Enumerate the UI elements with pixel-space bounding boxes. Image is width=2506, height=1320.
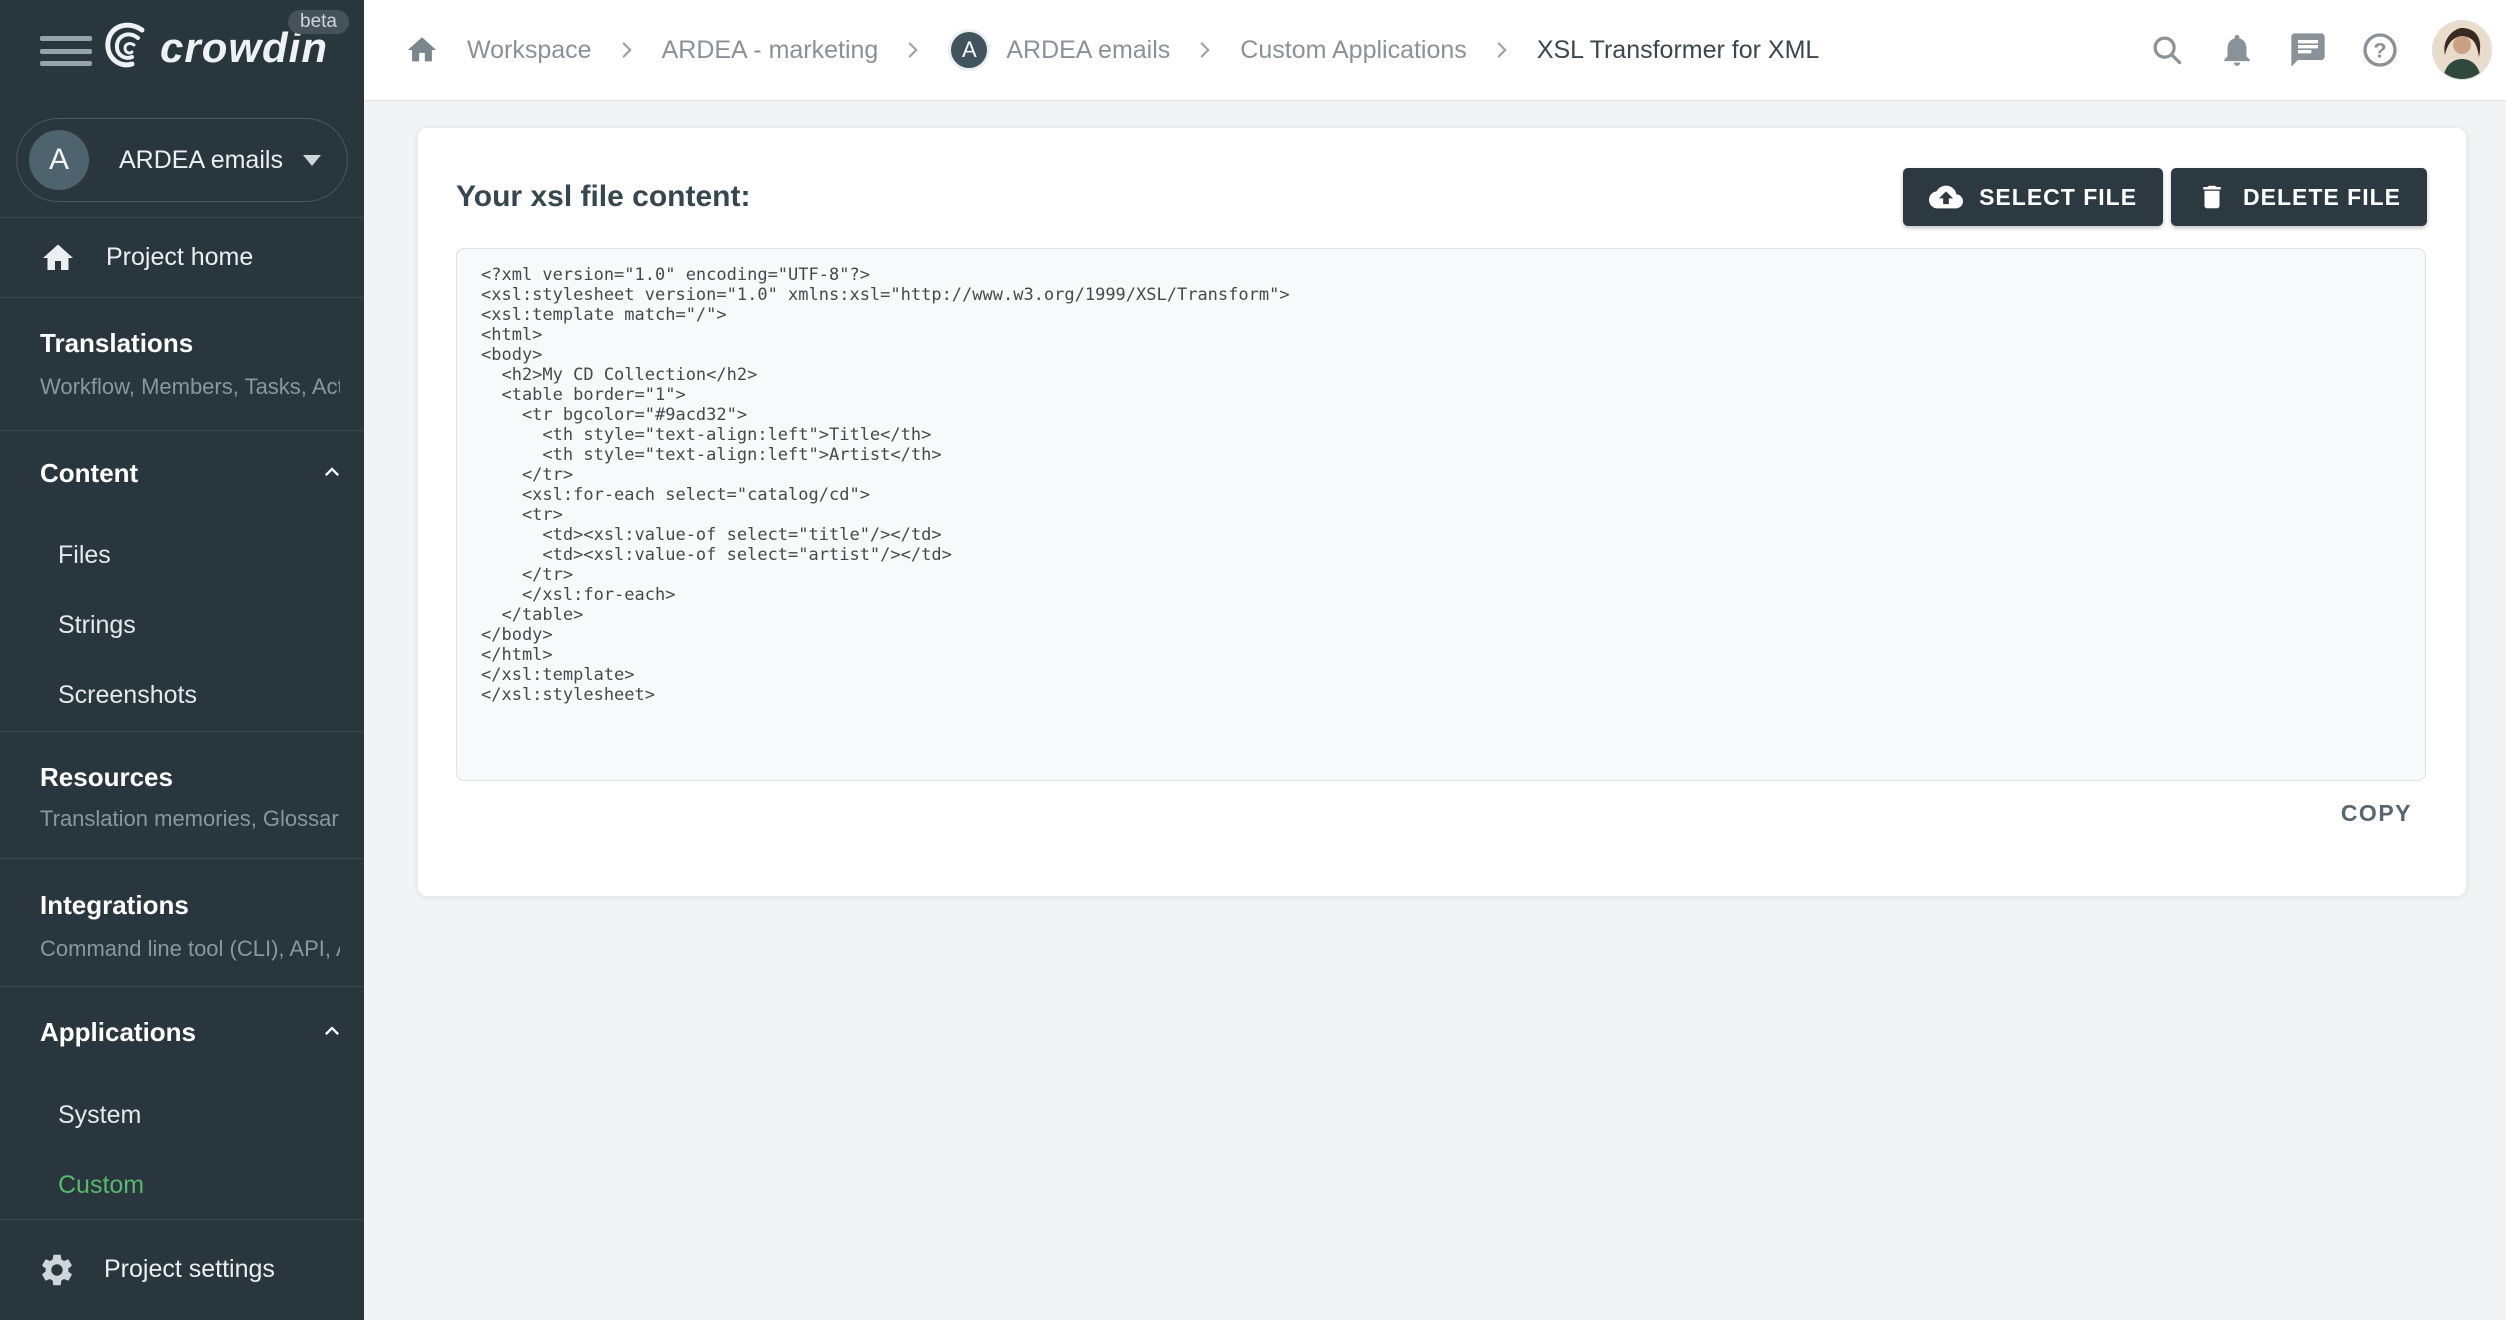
sidebar-item-screenshots[interactable]: Screenshots [58, 681, 197, 710]
topbar: Workspace ARDEA - marketing A ARDEA emai… [364, 0, 2506, 101]
sidebar-item-label: Project home [106, 243, 254, 271]
divider [0, 858, 364, 859]
breadcrumb-item-project[interactable]: A ARDEA emails [948, 29, 1170, 71]
sidebar-section-content[interactable]: Content [40, 458, 138, 489]
help-icon[interactable]: ? [2360, 30, 2400, 70]
breadcrumb-item-current-page: XSL Transformer for XML [1536, 35, 1820, 64]
user-avatar[interactable] [2432, 20, 2492, 80]
breadcrumb-item-custom-applications[interactable]: Custom Applications [1240, 36, 1467, 65]
chevron-up-icon[interactable] [318, 458, 346, 491]
breadcrumb: Workspace ARDEA - marketing A ARDEA emai… [405, 29, 1819, 71]
breadcrumb-home-icon[interactable] [405, 33, 439, 67]
sidebar-section-applications[interactable]: Applications [40, 1017, 196, 1048]
breadcrumb-item-organization[interactable]: ARDEA - marketing [662, 36, 879, 65]
sidebar-item-label: Project settings [104, 1255, 275, 1283]
sidebar-item-project-settings[interactable]: Project settings [0, 1219, 364, 1320]
chevron-up-icon[interactable] [318, 1017, 346, 1050]
topbar-actions: ? [2148, 20, 2492, 80]
sidebar-section-resources-subtitle: Translation memories, Glossari… [40, 806, 340, 831]
search-icon[interactable] [2148, 31, 2186, 69]
beta-badge: beta [288, 10, 349, 34]
file-actions: SELECT FILE DELETE FILE [1903, 168, 2427, 226]
breadcrumb-item-workspace[interactable]: Workspace [467, 36, 592, 65]
sidebar-item-project-home[interactable]: Project home [0, 218, 364, 297]
sidebar-item-strings[interactable]: Strings [58, 611, 136, 640]
breadcrumb-project-label: ARDEA emails [1006, 35, 1171, 64]
hamburger-menu-icon[interactable] [40, 36, 92, 66]
gear-icon [42, 1254, 72, 1285]
divider [0, 731, 364, 732]
sidebar: crowdin beta A ARDEA emails Project home… [0, 0, 364, 1320]
xsl-code-viewer[interactable]: <?xml version="1.0" encoding="UTF-8"?> <… [456, 248, 2426, 781]
chevron-right-icon [1192, 37, 1218, 63]
trash-icon [2203, 185, 2221, 209]
divider [0, 430, 364, 431]
select-file-label: SELECT FILE [1979, 183, 2138, 210]
sidebar-item-system[interactable]: System [58, 1101, 141, 1130]
sidebar-item-custom[interactable]: Custom [58, 1171, 144, 1200]
messages-chat-icon[interactable] [2288, 30, 2328, 70]
breadcrumb-project-avatar: A [948, 29, 991, 71]
sidebar-item-files[interactable]: Files [58, 541, 111, 570]
delete-file-button[interactable]: DELETE FILE [2171, 168, 2427, 226]
chevron-right-icon [900, 37, 926, 63]
sidebar-section-integrations-subtitle: Command line tool (CLI), API, A… [40, 936, 340, 961]
chevron-right-icon [614, 37, 640, 63]
sidebar-section-resources[interactable]: Resources [40, 762, 173, 793]
divider [0, 297, 364, 298]
project-avatar: A [29, 130, 89, 190]
home-icon [43, 244, 73, 270]
chevron-right-icon [1489, 37, 1515, 63]
select-file-button[interactable]: SELECT FILE [1903, 168, 2164, 226]
project-selector-name: ARDEA emails [119, 145, 283, 174]
copy-button[interactable]: COPY [2341, 800, 2412, 827]
divider [0, 986, 364, 987]
svg-text:?: ? [2373, 38, 2386, 63]
sidebar-section-translations-subtitle: Workflow, Members, Tasks, Act… [40, 374, 340, 399]
delete-file-label: DELETE FILE [2243, 183, 2401, 210]
crowdin-logo-icon [98, 18, 152, 77]
page-title: Your xsl file content: [456, 180, 751, 213]
caret-down-icon [303, 154, 321, 166]
sidebar-section-integrations[interactable]: Integrations [40, 890, 189, 921]
notifications-bell-icon[interactable] [2218, 31, 2256, 69]
xsl-code-content: <?xml version="1.0" encoding="UTF-8"?> <… [481, 265, 1290, 705]
main-content: Your xsl file content: SELECT FILE DELET… [364, 101, 2506, 1320]
xsl-file-card: Your xsl file content: SELECT FILE DELET… [417, 127, 2467, 897]
cloud-upload-icon [1929, 185, 1964, 209]
sidebar-section-translations[interactable]: Translations [40, 328, 193, 359]
project-selector[interactable]: A ARDEA emails [16, 118, 348, 202]
